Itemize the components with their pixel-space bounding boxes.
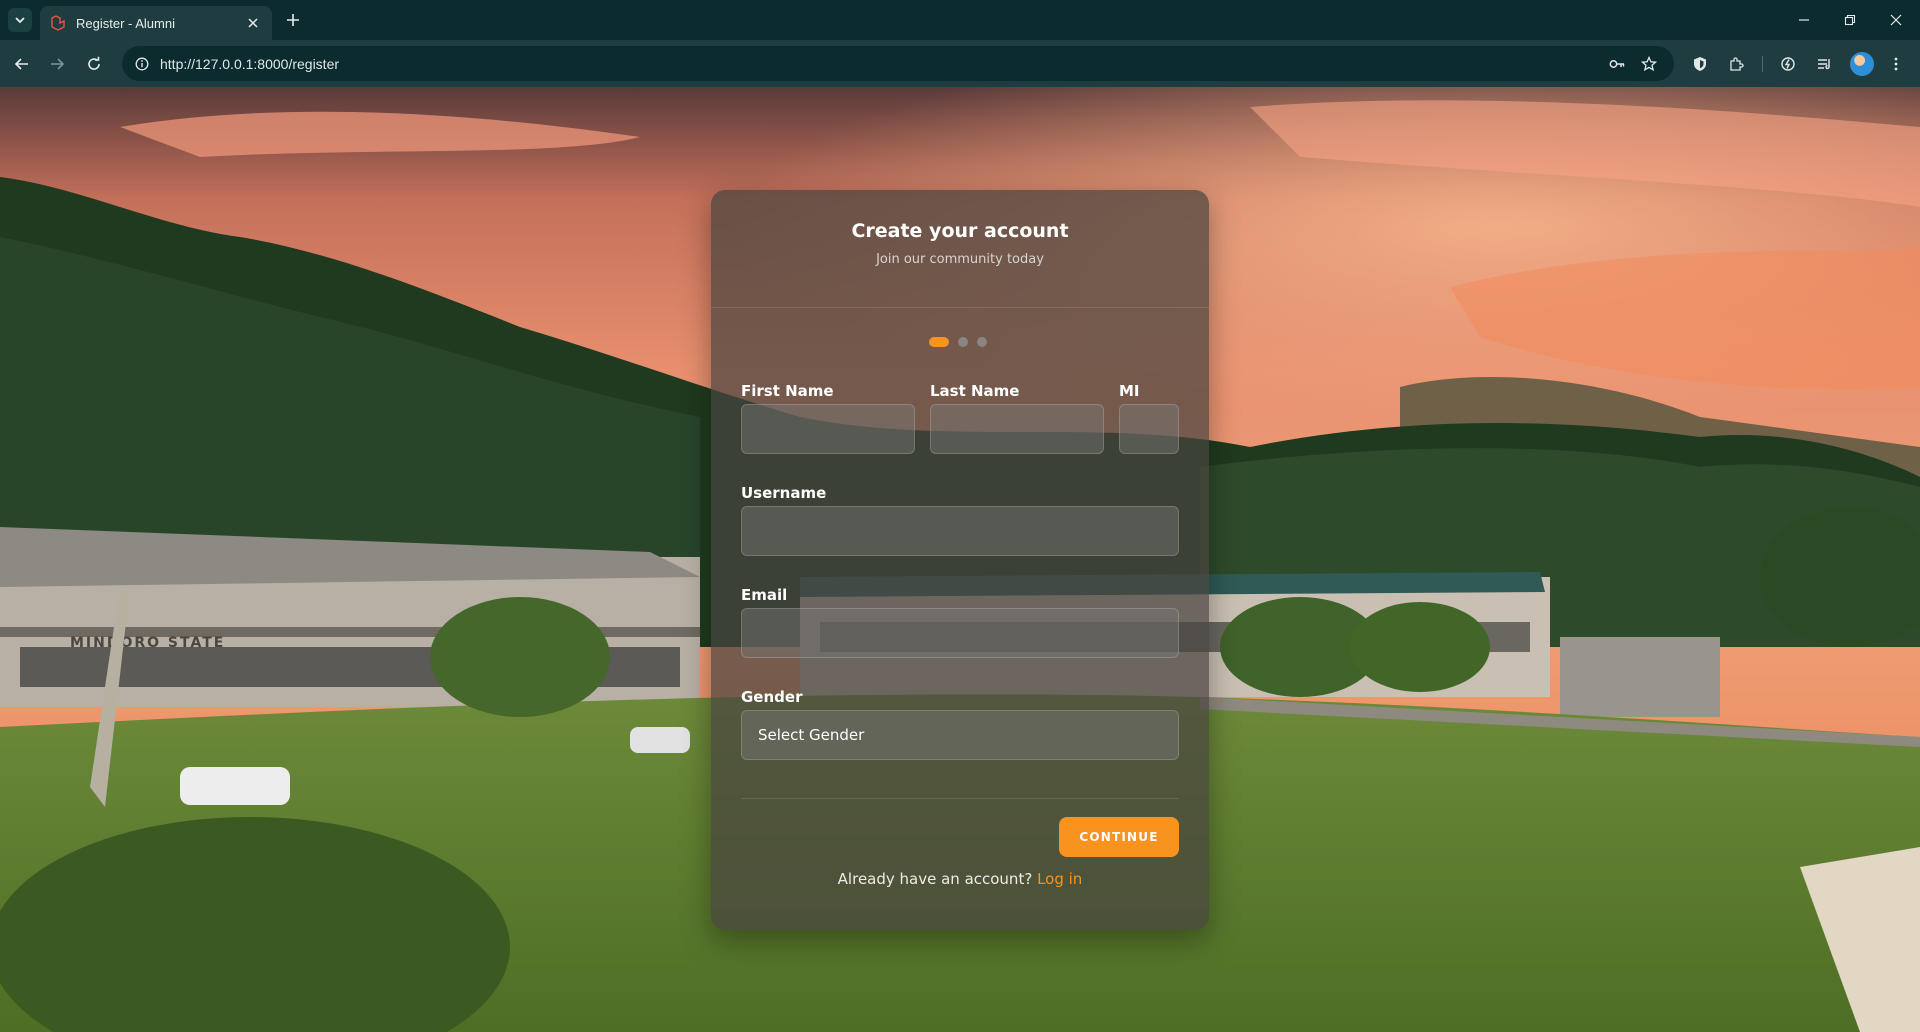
tab-title: Register - Alumni <box>76 15 175 31</box>
browser-tab-active[interactable]: Register - Alumni <box>40 6 272 40</box>
more-menu-icon[interactable] <box>1884 52 1908 76</box>
url-text[interactable]: http://127.0.0.1:8000/register <box>160 56 339 72</box>
bookmark-star-icon[interactable] <box>1638 53 1660 75</box>
reload-icon <box>88 56 100 70</box>
site-info-icon[interactable] <box>132 54 152 74</box>
minimize-icon <box>1799 19 1809 21</box>
step-dot-active <box>929 337 949 347</box>
card-divider <box>741 798 1179 799</box>
address-bar[interactable]: http://127.0.0.1:8000/register <box>122 46 1674 81</box>
continue-button[interactable]: CONTINUE <box>1059 817 1179 857</box>
toolbar-separator <box>1762 56 1763 72</box>
first-name-field[interactable] <box>741 404 915 454</box>
tab-close-icon[interactable] <box>244 14 262 32</box>
restore-icon <box>1844 14 1856 26</box>
back-button[interactable] <box>10 52 34 76</box>
shield-extension-icon[interactable] <box>1688 52 1712 76</box>
login-link[interactable]: Log in <box>1037 870 1082 888</box>
browser-tab-bar: Register - Alumni <box>0 0 1920 40</box>
arrow-right-icon <box>51 58 65 70</box>
forward-button[interactable] <box>45 52 69 76</box>
close-icon <box>1890 14 1902 26</box>
gender-select-value: Select Gender <box>758 726 865 744</box>
mi-label: MI <box>1119 382 1140 400</box>
gender-select[interactable]: Select Gender <box>741 710 1179 760</box>
page-subtitle: Join our community today <box>876 252 1044 267</box>
email-field[interactable] <box>741 608 1179 658</box>
close-window-button[interactable] <box>1884 8 1908 32</box>
plus-icon <box>287 14 299 26</box>
step-dot <box>977 337 987 347</box>
restore-button[interactable] <box>1838 8 1862 32</box>
performance-icon[interactable] <box>1776 52 1800 76</box>
reading-list-icon[interactable] <box>1812 52 1836 76</box>
card-header: Create your account Join our community t… <box>711 190 1209 308</box>
register-card: Create your account Join our community t… <box>711 190 1209 930</box>
password-key-icon[interactable] <box>1606 53 1628 75</box>
login-prompt: Already have an account? Log in <box>711 870 1209 888</box>
tab-search-button[interactable] <box>8 8 32 32</box>
email-label: Email <box>741 586 788 604</box>
first-name-label: First Name <box>741 382 834 400</box>
building-sign-text: MINDORO STATE <box>70 635 225 651</box>
mi-field[interactable] <box>1119 404 1179 454</box>
username-label: Username <box>741 484 827 502</box>
username-field[interactable] <box>741 506 1179 556</box>
page-title: Create your account <box>851 220 1069 242</box>
minimize-button[interactable] <box>1792 8 1816 32</box>
page-viewport: MINDORO STATE Create your account Join o… <box>0 87 1920 1032</box>
step-indicator <box>929 337 987 347</box>
extensions-puzzle-icon[interactable] <box>1724 52 1748 76</box>
laravel-favicon-icon <box>51 15 65 31</box>
browser-toolbar: http://127.0.0.1:8000/register <box>0 40 1920 87</box>
step-dot <box>958 337 968 347</box>
gender-label: Gender <box>741 688 803 706</box>
login-prompt-text: Already have an account? <box>837 870 1033 888</box>
profile-avatar[interactable] <box>1850 52 1874 76</box>
new-tab-button[interactable] <box>282 9 304 31</box>
last-name-field[interactable] <box>930 404 1104 454</box>
last-name-label: Last Name <box>930 382 1020 400</box>
reload-button[interactable] <box>82 52 106 76</box>
chevron-down-icon <box>15 17 25 24</box>
arrow-left-icon <box>14 58 28 70</box>
